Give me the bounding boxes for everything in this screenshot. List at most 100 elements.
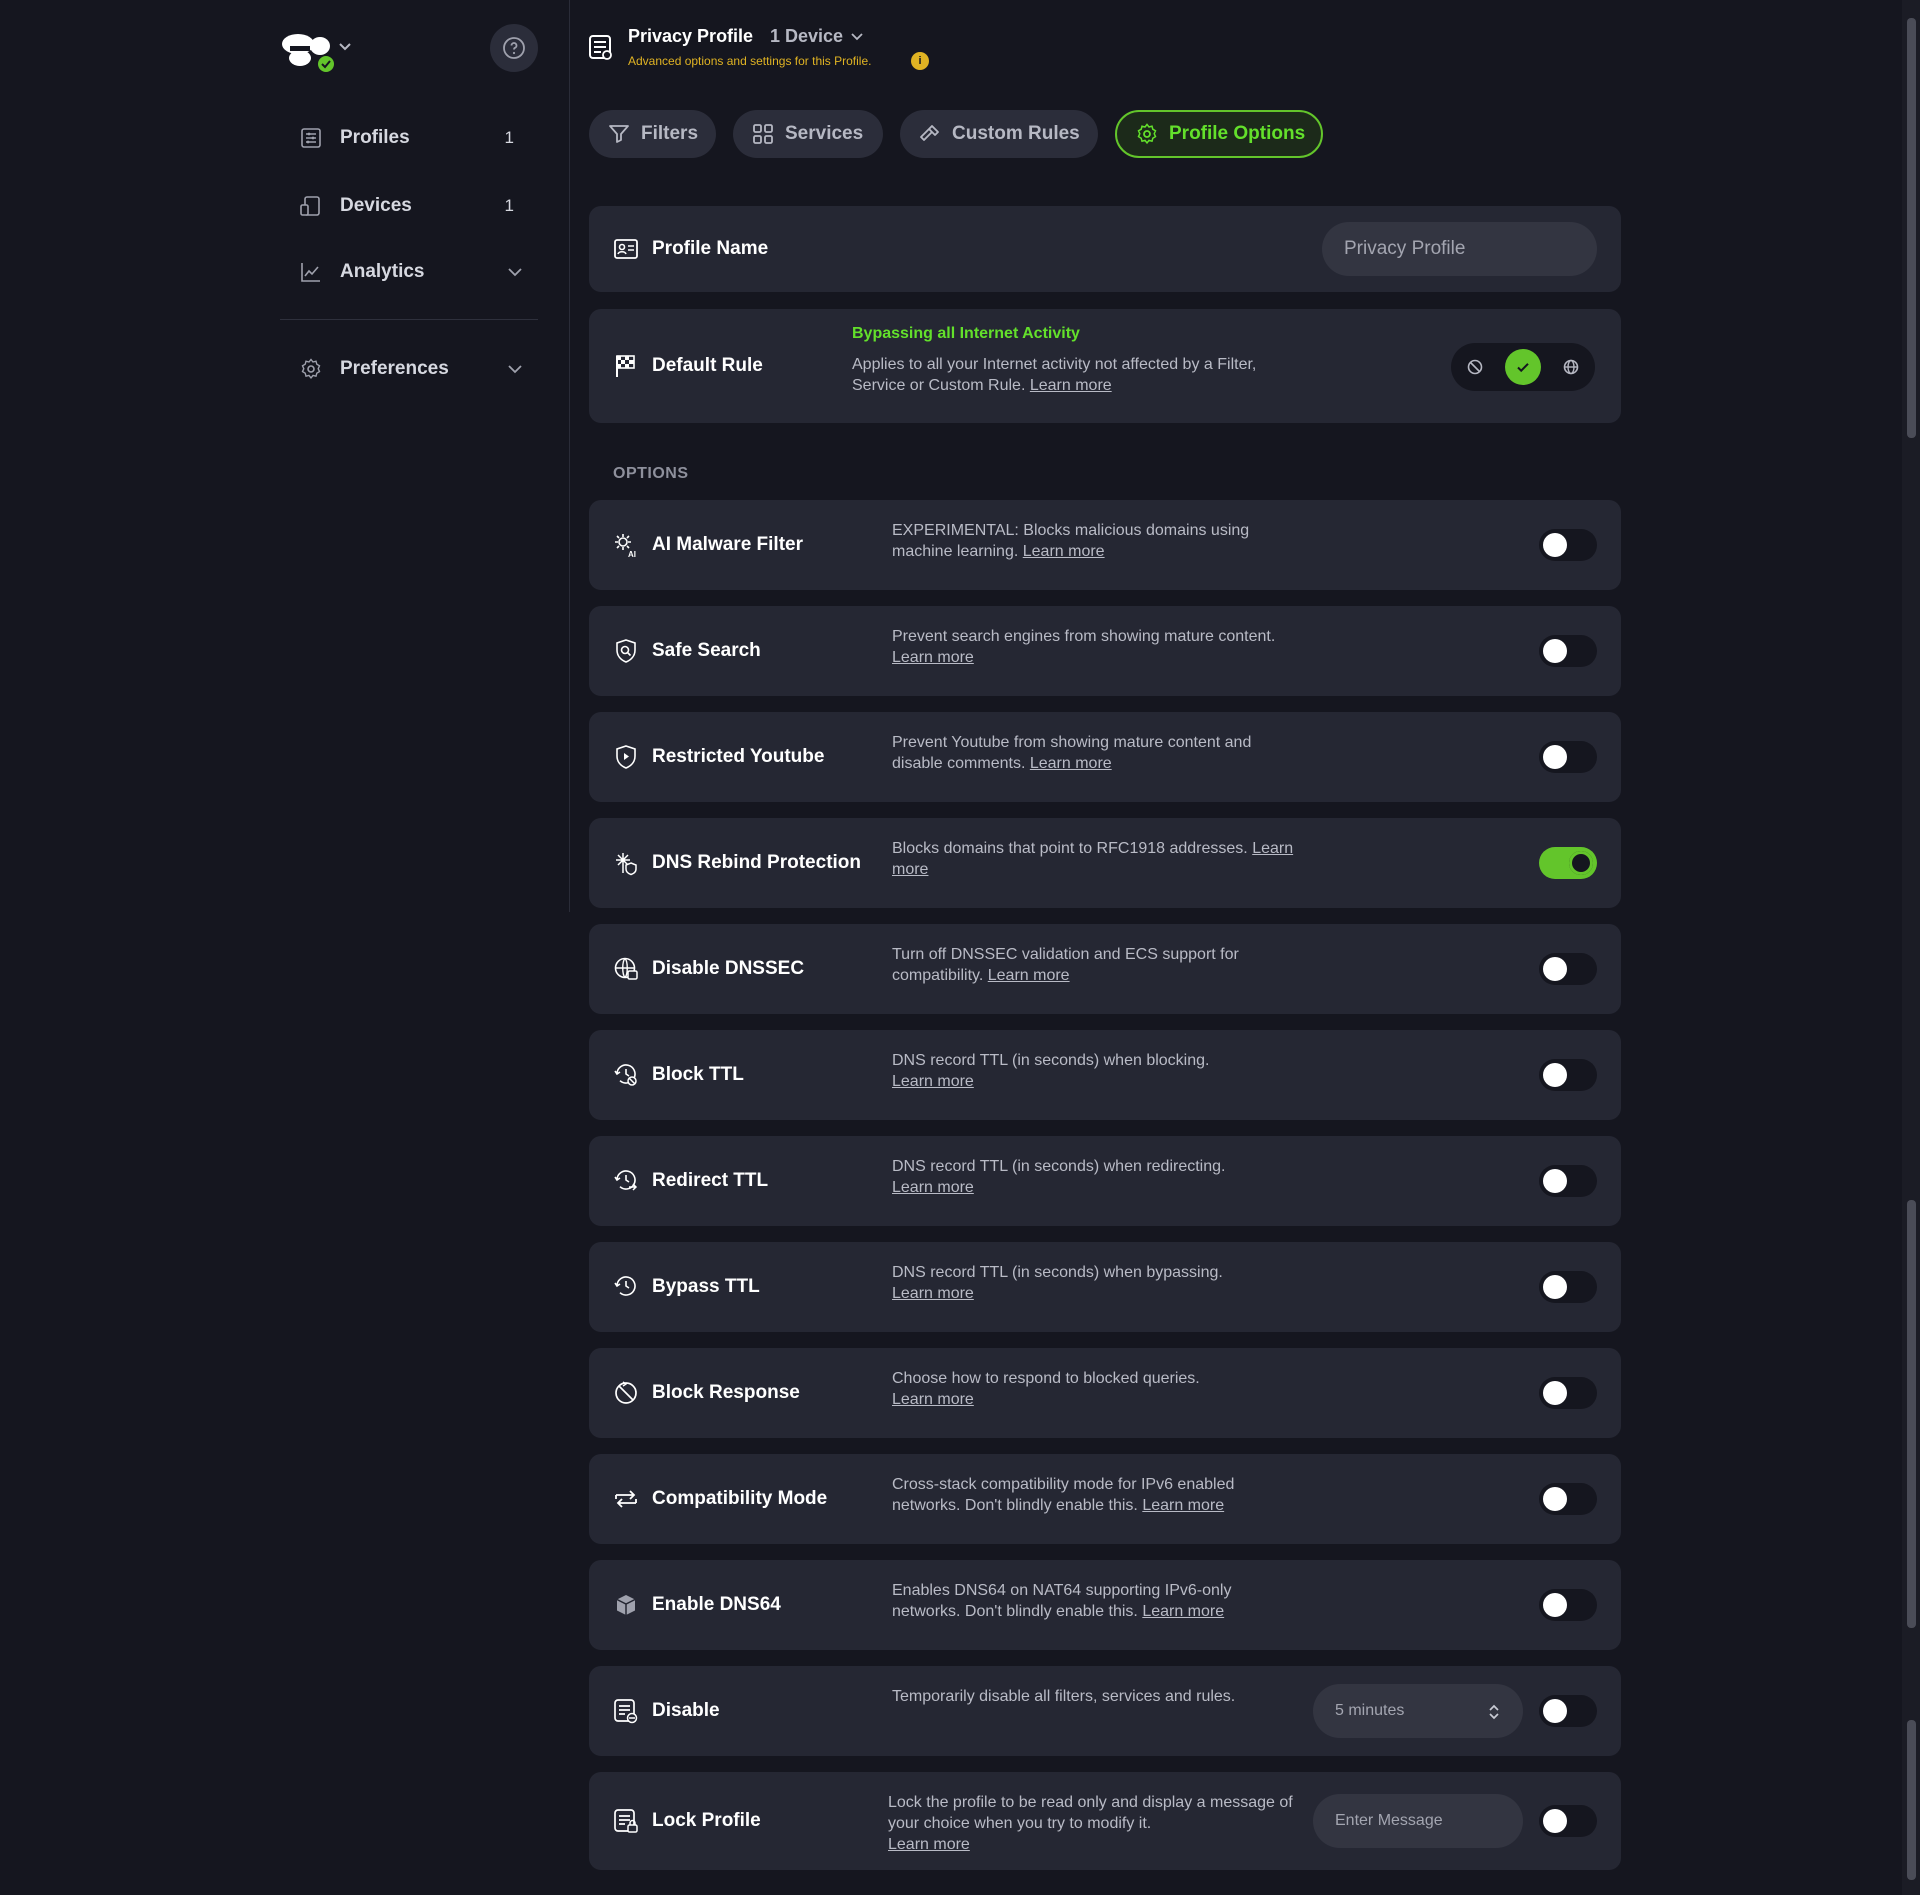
block-option-button[interactable]: [1457, 349, 1493, 385]
learn-more-link[interactable]: Learn more: [892, 649, 974, 666]
redirect-ttl-toggle[interactable]: [1539, 1165, 1597, 1197]
dns-rebind-protection-toggle[interactable]: [1539, 847, 1597, 879]
learn-more-link[interactable]: Learn more: [892, 1073, 974, 1090]
option-description: DNS record TTL (in seconds) when blockin…: [892, 1050, 1302, 1092]
flag-icon: [616, 355, 635, 377]
bypass-ttl-toggle[interactable]: [1539, 1271, 1597, 1303]
description-text: Temporarily disable all filters, service…: [892, 1688, 1236, 1705]
option-label: AI Malware Filter: [652, 534, 803, 555]
default-rule-status: Bypassing all Internet Activity: [852, 325, 1080, 342]
toggle-knob: [1543, 1809, 1567, 1833]
help-button[interactable]: [490, 24, 538, 72]
page-title: Privacy Profile: [628, 26, 754, 46]
lock-message-input[interactable]: Enter Message: [1313, 1794, 1523, 1848]
learn-more-link[interactable]: Learn more: [888, 1836, 970, 1853]
sidebar: Profiles 1 Devices 1 Analytics Preferenc…: [0, 0, 570, 912]
tab-label: Services: [785, 123, 864, 144]
option-safe-search: Safe Search Prevent search engines from …: [589, 606, 1621, 696]
cube-icon: [616, 1595, 636, 1615]
lock-profile-toggle[interactable]: [1539, 1805, 1597, 1837]
learn-more-link[interactable]: Learn more: [1030, 755, 1112, 772]
swap-icon: [615, 1490, 637, 1508]
history-icon: [614, 1276, 636, 1296]
block-response-toggle[interactable]: [1539, 1377, 1597, 1409]
scrollbar-thumb[interactable]: [1907, 18, 1916, 438]
option-label: Disable: [652, 1700, 720, 1721]
learn-more-link[interactable]: Learn more: [988, 967, 1070, 984]
sidebar-item-preferences[interactable]: Preferences: [280, 343, 540, 395]
tab-label: Custom Rules: [952, 123, 1080, 144]
learn-more-link[interactable]: Learn more: [892, 1391, 974, 1408]
safe-search-icon: [616, 639, 636, 663]
toggle-knob: [1569, 851, 1593, 875]
enable-dns64-toggle[interactable]: [1539, 1589, 1597, 1621]
learn-more-link[interactable]: Learn more: [892, 1285, 974, 1302]
learn-more-link[interactable]: Learn more: [1030, 377, 1112, 394]
chevron-down-icon: [506, 360, 524, 378]
redirect-option-button[interactable]: [1553, 349, 1589, 385]
toggle-knob: [1543, 957, 1567, 981]
default-rule-description: Applies to all your Internet activity no…: [852, 354, 1272, 396]
ai-malware-filter-toggle[interactable]: [1539, 529, 1597, 561]
toggle-knob: [1543, 1275, 1567, 1299]
page-subtitle: Advanced options and settings for this P…: [628, 54, 872, 68]
tab-profile-options[interactable]: Profile Options: [1115, 110, 1323, 158]
scrollbar-thumb[interactable]: [1907, 1720, 1916, 1880]
device-selector-label: 1 Device: [770, 26, 844, 46]
toggle-knob: [1543, 1593, 1567, 1617]
history-block-icon: [614, 1064, 637, 1086]
restricted-youtube-toggle[interactable]: [1539, 741, 1597, 773]
safe-search-toggle[interactable]: [1539, 635, 1597, 667]
option-ai-malware-filter: AI AI Malware Filter EXPERIMENTAL: Block…: [589, 500, 1621, 590]
option-block-response: Block Response Choose how to respond to …: [589, 1348, 1621, 1438]
profiles-icon: [296, 123, 326, 153]
device-selector[interactable]: 1 Device: [770, 26, 865, 47]
scrollbar-thumb[interactable]: [1907, 1200, 1916, 1628]
disable-duration-select[interactable]: 5 minutes: [1313, 1684, 1523, 1738]
globe-icon: [1563, 359, 1579, 375]
option-disable-dnssec: Disable DNSSEC Turn off DNSSEC validatio…: [589, 924, 1621, 1014]
filter-icon: [609, 125, 629, 143]
compatibility-mode-toggle[interactable]: [1539, 1483, 1597, 1515]
tab-services[interactable]: Services: [733, 110, 883, 158]
option-label: Enable DNS64: [652, 1594, 781, 1615]
option-description: Temporarily disable all filters, service…: [892, 1686, 1302, 1707]
devices-icon: [296, 191, 326, 221]
profiles-count: 1: [504, 128, 514, 147]
learn-more-link[interactable]: Learn more: [892, 1179, 974, 1196]
sidebar-item-analytics[interactable]: Analytics: [280, 246, 540, 298]
description-text: Lock the profile to be read only and dis…: [888, 1794, 1293, 1832]
option-description: Choose how to respond to blocked queries…: [892, 1368, 1302, 1410]
disable-dnssec-toggle[interactable]: [1539, 953, 1597, 985]
option-description: Prevent search engines from showing matu…: [892, 626, 1302, 668]
learn-more-link[interactable]: Learn more: [1023, 543, 1105, 560]
option-description: Turn off DNSSEC validation and ECS suppo…: [892, 944, 1302, 986]
description-text: DNS record TTL (in seconds) when blockin…: [892, 1052, 1210, 1069]
block-ttl-toggle[interactable]: [1539, 1059, 1597, 1091]
block-response-icon: [615, 1381, 637, 1404]
learn-more-link[interactable]: Learn more: [1142, 1603, 1224, 1620]
logo-icon: [282, 34, 351, 72]
toggle-knob: [1543, 745, 1567, 769]
toggle-knob: [1543, 533, 1567, 557]
sidebar-item-label: Devices: [340, 195, 412, 216]
disable-toggle[interactable]: [1539, 1695, 1597, 1727]
option-label: Block Response: [652, 1382, 800, 1403]
gear-icon: [296, 354, 326, 384]
gear-icon: [1137, 123, 1157, 145]
sidebar-divider: [280, 319, 538, 320]
profile-name-input[interactable]: Privacy Profile: [1322, 222, 1597, 276]
sidebar-item-devices[interactable]: Devices 1: [280, 180, 540, 232]
network-shield-icon: [616, 853, 637, 876]
brand-logo[interactable]: [280, 30, 360, 74]
bypass-option-button[interactable]: [1505, 349, 1541, 385]
tab-filters[interactable]: Filters: [589, 110, 716, 158]
tab-custom-rules[interactable]: Custom Rules: [900, 110, 1098, 158]
learn-more-link[interactable]: Learn more: [1142, 1497, 1224, 1514]
block-icon: [1467, 359, 1483, 375]
description-text: DNS record TTL (in seconds) when bypassi…: [892, 1264, 1223, 1281]
option-label: Lock Profile: [652, 1810, 761, 1831]
info-icon[interactable]: i: [911, 52, 929, 70]
history-redirect-icon: [614, 1170, 638, 1191]
sidebar-item-profiles[interactable]: Profiles 1: [280, 112, 540, 164]
